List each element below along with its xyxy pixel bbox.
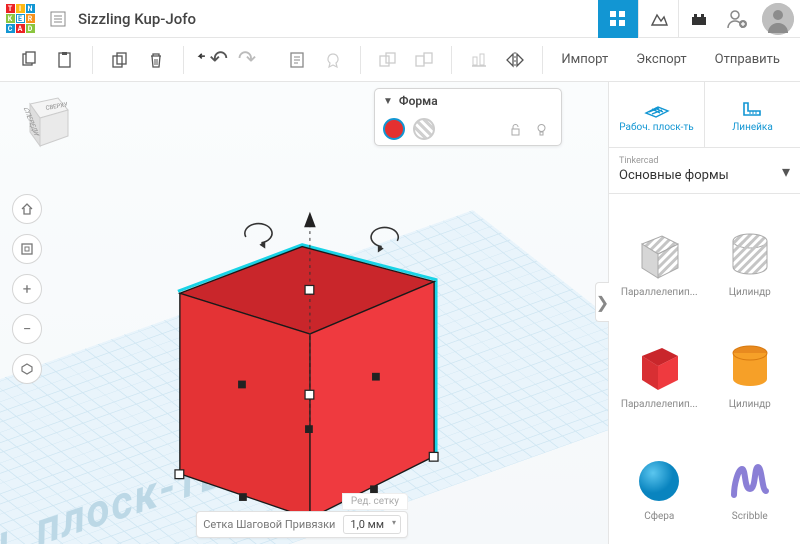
snap-grid-bar: Сетка Шаговой Привязки 1,0 мм ▾: [196, 511, 408, 538]
workplane-tool[interactable]: Рабоч. плоск-ть: [609, 82, 704, 147]
shapes-panel: ❯ Рабоч. плоск-ть Линейка Tinkercad Осно…: [608, 82, 800, 544]
send-to-button[interactable]: Отправить: [701, 52, 794, 67]
ungroup-button[interactable]: [407, 43, 441, 77]
zoom-in-button[interactable]: +: [12, 274, 42, 304]
export-button[interactable]: Экспорт: [622, 52, 700, 67]
chevron-down-icon: ▾: [782, 162, 790, 181]
home-view-button[interactable]: [12, 194, 42, 224]
redo-button[interactable]: ↷: [230, 43, 264, 77]
shape-sphere[interactable]: Сфера: [615, 424, 704, 522]
ruler-tool[interactable]: Линейка: [704, 82, 800, 147]
paste-button[interactable]: [48, 43, 82, 77]
shape-cylinder-solid[interactable]: Цилиндр: [706, 312, 795, 410]
collapse-panel-button[interactable]: ❯: [595, 282, 609, 322]
copy-button[interactable]: [12, 43, 46, 77]
group-button[interactable]: [371, 43, 405, 77]
project-title[interactable]: Sizzling Kup-Jofo: [78, 10, 196, 28]
bulb-icon[interactable]: [535, 123, 553, 136]
notes-button[interactable]: [280, 43, 314, 77]
selected-shape-box[interactable]: [152, 202, 462, 532]
app-header: TIN KER CAD Sizzling Kup-Jofo: [0, 0, 800, 38]
fit-view-button[interactable]: [12, 234, 42, 264]
undo-button[interactable]: ↶: [194, 43, 228, 77]
inspector-title: Форма: [399, 94, 438, 108]
edit-grid-button[interactable]: Ред. сетку: [342, 493, 408, 510]
collapse-caret-icon[interactable]: ▼: [383, 96, 393, 107]
toolbar: ↶ ↷ Импорт Экспорт Отправить: [0, 38, 800, 82]
shape-cylinder-hole[interactable]: Цилиндр: [706, 200, 795, 298]
shape-inspector: ▼ Форма: [374, 88, 562, 146]
delete-button[interactable]: [139, 43, 173, 77]
duplicate-button[interactable]: [103, 43, 137, 77]
hole-swatch[interactable]: [413, 118, 435, 140]
snap-grid-select[interactable]: 1,0 мм ▾: [343, 515, 401, 534]
canvas-3d-view[interactable]: ч. плоск-ть: [0, 82, 608, 544]
snap-grid-label: Сетка Шаговой Привязки: [203, 518, 335, 531]
align-button[interactable]: [462, 43, 496, 77]
project-list-icon[interactable]: [46, 7, 70, 31]
bricks-view-button[interactable]: [678, 0, 718, 38]
blocks-view-button[interactable]: [638, 0, 678, 38]
shape-box-solid[interactable]: Параллелепип...: [615, 312, 704, 410]
shape-category-select[interactable]: Tinkercad Основные формы ▾: [609, 148, 800, 194]
shape-scribble[interactable]: Scribble: [706, 424, 795, 522]
add-collaborator-button[interactable]: [718, 0, 756, 37]
import-button[interactable]: Импорт: [547, 52, 622, 67]
tinkercad-logo[interactable]: TIN KER CAD: [0, 0, 40, 38]
lock-icon[interactable]: [509, 123, 527, 136]
design-view-button[interactable]: [598, 0, 638, 38]
zoom-out-button[interactable]: −: [12, 314, 42, 344]
view-cube[interactable]: СВЕРХУ СПЕРЕДИ: [10, 88, 76, 154]
view-controls: + −: [12, 194, 42, 384]
user-avatar[interactable]: [762, 3, 794, 35]
ortho-toggle-button[interactable]: [12, 354, 42, 384]
mirror-button[interactable]: [498, 43, 532, 77]
shape-box-hole[interactable]: Параллелепип...: [615, 200, 704, 298]
solid-color-swatch[interactable]: [383, 118, 405, 140]
show-all-button[interactable]: [316, 43, 350, 77]
